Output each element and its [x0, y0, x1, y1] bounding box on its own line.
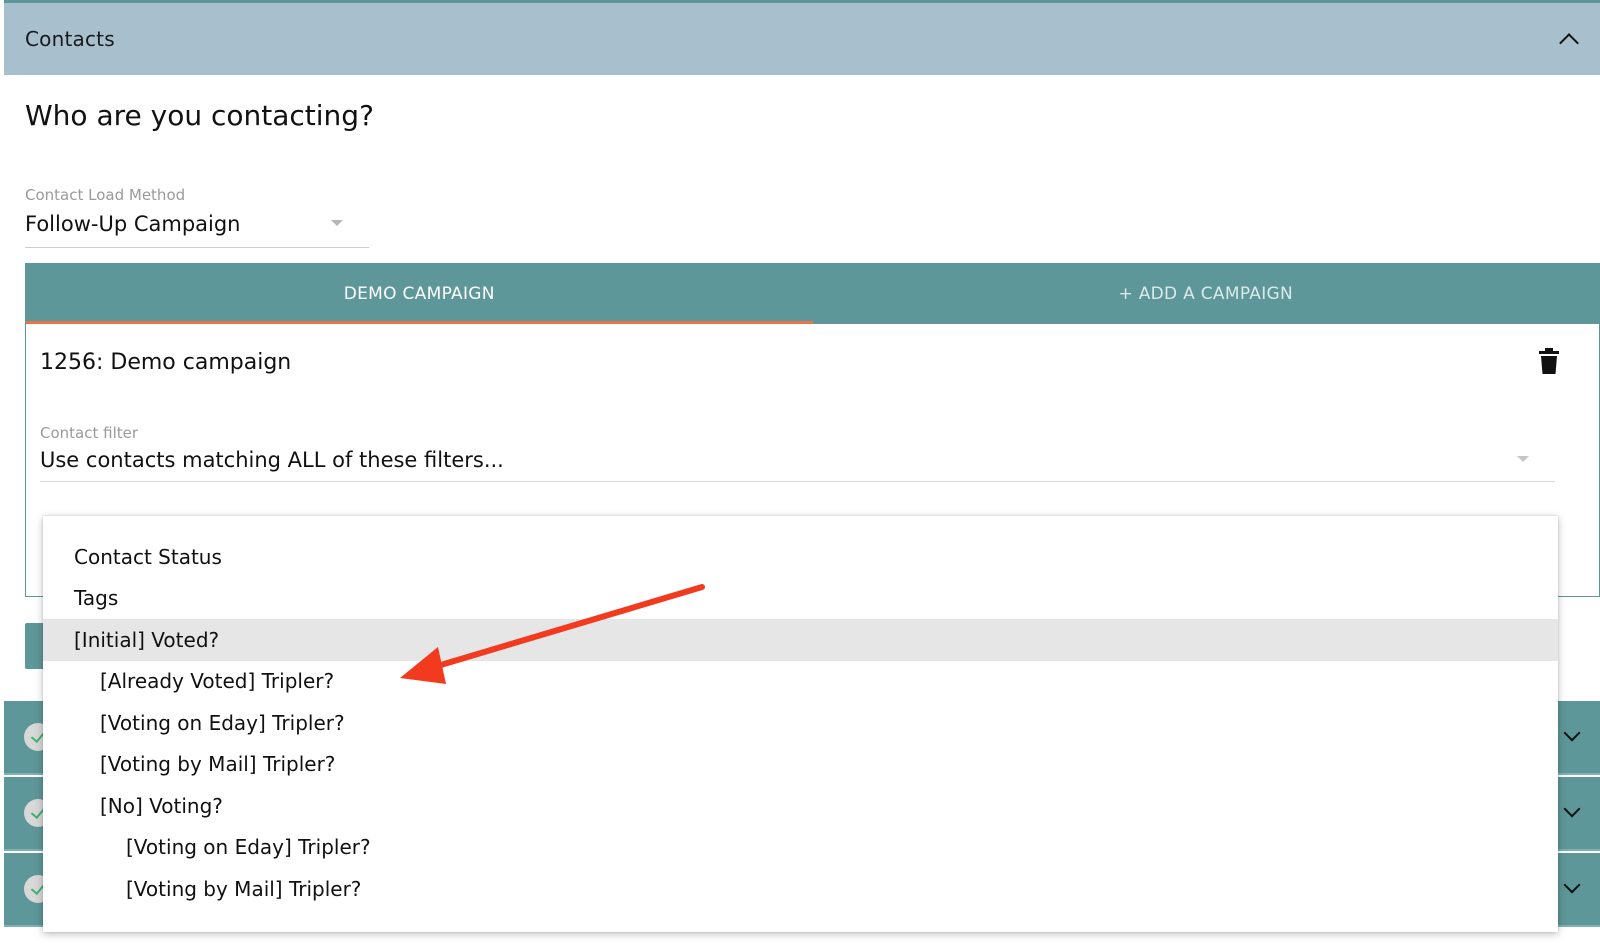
- section-title: Contacts: [25, 27, 115, 51]
- contact-load-method-select[interactable]: Contact Load Method Follow-Up Campaign: [25, 186, 369, 248]
- contact-filter-label: Contact filter: [40, 424, 139, 442]
- menu-item-no-voting-mail-tripler[interactable]: [Voting by Mail] Tripler?: [43, 868, 1558, 910]
- campaign-tabs: DEMO CAMPAIGN + ADD A CAMPAIGN: [26, 264, 1599, 324]
- chevron-down-icon[interactable]: [1563, 876, 1581, 894]
- contact-filter-select[interactable]: Contact filter Use contacts matching ALL…: [40, 424, 1555, 482]
- dropdown-caret-icon: [1517, 456, 1529, 462]
- menu-item-already-voted-tripler[interactable]: [Already Voted] Tripler?: [43, 661, 1558, 703]
- load-method-value: Follow-Up Campaign: [25, 212, 241, 236]
- dropdown-caret-icon: [331, 220, 343, 226]
- menu-item-voting-on-eday-tripler[interactable]: [Voting on Eday] Tripler?: [43, 702, 1558, 744]
- trash-icon[interactable]: [1539, 348, 1559, 374]
- chevron-up-icon[interactable]: [1559, 33, 1579, 53]
- contacts-section-header[interactable]: Contacts: [4, 3, 1600, 75]
- filter-dropdown-menu: Contact Status Tags [Initial] Voted? [Al…: [43, 516, 1558, 932]
- contact-filter-value: Use contacts matching ALL of these filte…: [40, 448, 504, 472]
- tab-add-campaign[interactable]: + ADD A CAMPAIGN: [813, 264, 1600, 324]
- menu-item-no-voting[interactable]: [No] Voting?: [43, 785, 1558, 827]
- menu-item-no-voting-eday-tripler[interactable]: [Voting on Eday] Tripler?: [43, 827, 1558, 869]
- app-frame: Contacts Who are you contacting? Contact…: [4, 0, 1600, 950]
- load-method-label: Contact Load Method: [25, 186, 186, 204]
- chevron-down-icon[interactable]: [1563, 800, 1581, 818]
- chevron-down-icon[interactable]: [1563, 724, 1581, 742]
- menu-item-initial-voted[interactable]: [Initial] Voted?: [43, 619, 1558, 661]
- page-title: Who are you contacting?: [25, 99, 374, 132]
- menu-item-voting-by-mail-tripler[interactable]: [Voting by Mail] Tripler?: [43, 744, 1558, 786]
- campaign-name: 1256: Demo campaign: [40, 350, 292, 375]
- menu-item-contact-status[interactable]: Contact Status: [43, 536, 1558, 578]
- menu-item-tags[interactable]: Tags: [43, 578, 1558, 620]
- tab-demo-campaign[interactable]: DEMO CAMPAIGN: [26, 264, 813, 324]
